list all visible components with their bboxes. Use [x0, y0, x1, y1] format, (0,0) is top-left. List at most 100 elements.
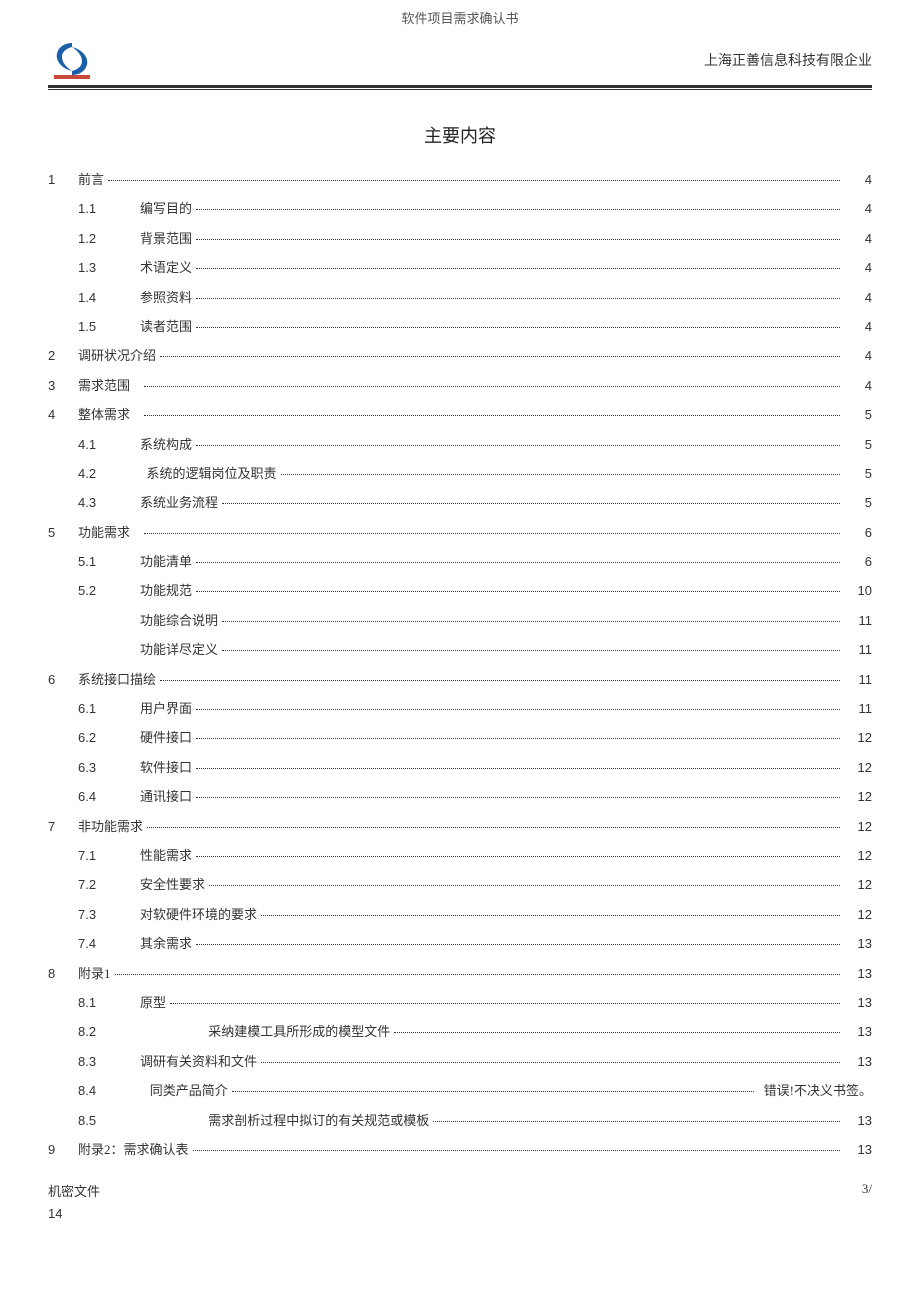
- toc-row: 7.3对软硬件环境的要求 12: [48, 903, 872, 926]
- toc-label: 功能详尽定义: [140, 638, 218, 661]
- toc-leader-dots: [160, 356, 840, 357]
- toc-leader-dots: [196, 239, 840, 240]
- toc-row: 7.2安全性要求12: [48, 873, 872, 896]
- toc-subnum: 8.4: [78, 1079, 140, 1102]
- toc-num: 2: [48, 344, 78, 367]
- toc-row: 2调研状况介绍 4: [48, 344, 872, 367]
- toc-label: 术语定义: [140, 256, 192, 279]
- toc-row: 功能详尽定义 11: [48, 638, 872, 661]
- toc-content: 主要内容 1前言41.1编写目的41.2背景范围41.3术语定义41.4参照资料…: [0, 122, 920, 1161]
- toc-row: 6.1用户界面11: [48, 697, 872, 720]
- toc-label: 安全性要求: [140, 873, 205, 896]
- toc-label: 功能需求: [78, 521, 140, 544]
- toc-page: 12: [844, 726, 872, 749]
- toc-row: 4整体需求 5: [48, 403, 872, 426]
- toc-page: 5: [844, 491, 872, 514]
- toc-subnum: 7.3: [78, 903, 140, 926]
- toc-row: 6.2硬件接口12: [48, 726, 872, 749]
- toc-label: 采纳建模工具所形成的模型文件: [140, 1020, 390, 1043]
- toc-leader-dots: [281, 474, 840, 475]
- toc-page: 5: [844, 433, 872, 456]
- toc-label: 调研状况介绍: [78, 344, 156, 367]
- toc-row: 1.4参照资料4: [48, 286, 872, 309]
- toc-row: 8.4 同类产品简介错误!不决义书签。: [48, 1079, 872, 1102]
- toc-leader-dots: [196, 591, 840, 592]
- toc-label: 对软硬件环境的要求: [140, 903, 257, 926]
- toc-page: 13: [844, 962, 872, 985]
- toc-label: 软件接口: [140, 756, 192, 779]
- toc-label: 读者范围: [140, 315, 192, 338]
- toc-row: 6.3软件接口12: [48, 756, 872, 779]
- toc-row: 9附录2：需求确认表13: [48, 1138, 872, 1161]
- toc-leader-dots: [160, 680, 840, 681]
- toc-row: 4.3系统业务流程 5: [48, 491, 872, 514]
- toc-label: 系统接口描绘: [78, 668, 156, 691]
- toc-subnum: 6.3: [78, 756, 140, 779]
- toc-leader-dots: [196, 445, 840, 446]
- toc-num: 4: [48, 403, 78, 426]
- toc-page: 6: [844, 521, 872, 544]
- toc-label: 其余需求: [140, 932, 192, 955]
- toc-row: 1.1编写目的4: [48, 197, 872, 220]
- toc-row: 8附录113: [48, 962, 872, 985]
- toc-row: 8.1原型13: [48, 991, 872, 1014]
- toc-leader-dots: [147, 827, 840, 828]
- toc-leader-dots: [196, 768, 840, 769]
- toc-leader-dots: [196, 562, 840, 563]
- toc-row: 4.2 系统的逻辑岗位及职责5: [48, 462, 872, 485]
- toc-row: 7.1性能需求12: [48, 844, 872, 867]
- toc-page: 12: [844, 785, 872, 808]
- toc-subnum: 1.4: [78, 286, 140, 309]
- toc-leader-dots: [193, 1150, 840, 1151]
- footer-confidential: 机密文件: [48, 1181, 100, 1200]
- toc-page: 4: [844, 197, 872, 220]
- toc-leader-dots: [196, 856, 840, 857]
- toc-page: 11: [844, 668, 872, 691]
- toc-page: 5: [844, 403, 872, 426]
- toc-row: 1前言4: [48, 168, 872, 191]
- toc-title: 主要内容: [48, 122, 872, 148]
- toc-num: 8: [48, 962, 78, 985]
- toc-subnum: 8.2: [78, 1020, 140, 1043]
- toc-page: 4: [844, 315, 872, 338]
- toc-label: 非功能需求: [78, 815, 143, 838]
- toc-page: 13: [844, 1138, 872, 1161]
- toc-page: 5: [844, 462, 872, 485]
- toc-subnum: 5.1: [78, 550, 140, 573]
- toc-num: 5: [48, 521, 78, 544]
- toc-leader-dots: [196, 797, 840, 798]
- toc-subnum: 4.3: [78, 491, 140, 514]
- toc-label: 参照资料: [140, 286, 192, 309]
- toc-page: 11: [844, 638, 872, 661]
- toc-leader-dots: [144, 533, 840, 534]
- toc-row: 8.2 采纳建模工具所形成的模型文件13: [48, 1020, 872, 1043]
- toc-row: 7.4其余需求13: [48, 932, 872, 955]
- toc-page: 4: [844, 374, 872, 397]
- toc-num: 3: [48, 374, 78, 397]
- header-bar: 上海正善信息科技有限企业: [0, 31, 920, 85]
- footer-page-num: 3/: [862, 1181, 872, 1200]
- toc-page: 13: [844, 1109, 872, 1132]
- toc-leader-dots: [209, 885, 840, 886]
- toc-label: 系统业务流程: [140, 491, 218, 514]
- toc-page: 12: [844, 903, 872, 926]
- toc-subnum: 5.2: [78, 579, 140, 602]
- toc-page: 12: [844, 815, 872, 838]
- toc-label: 系统的逻辑岗位及职责: [140, 462, 277, 485]
- toc-subnum: 8.3: [78, 1050, 140, 1073]
- toc-label: 整体需求: [78, 403, 140, 426]
- toc-page: 4: [844, 256, 872, 279]
- toc-row: 5.1功能清单6: [48, 550, 872, 573]
- toc-leader-dots: [222, 503, 840, 504]
- toc-row: 5.2功能规范10: [48, 579, 872, 602]
- company-name: 上海正善信息科技有限企业: [704, 50, 872, 70]
- company-logo-icon: [48, 39, 96, 81]
- toc-page: 13: [844, 991, 872, 1014]
- toc-page: 4: [844, 168, 872, 191]
- toc-leader-dots: [196, 268, 840, 269]
- toc-page: 13: [844, 932, 872, 955]
- toc-leader-dots: [196, 738, 840, 739]
- toc-leader-dots: [394, 1032, 840, 1033]
- toc-num: 6: [48, 668, 78, 691]
- toc-page: 4: [844, 344, 872, 367]
